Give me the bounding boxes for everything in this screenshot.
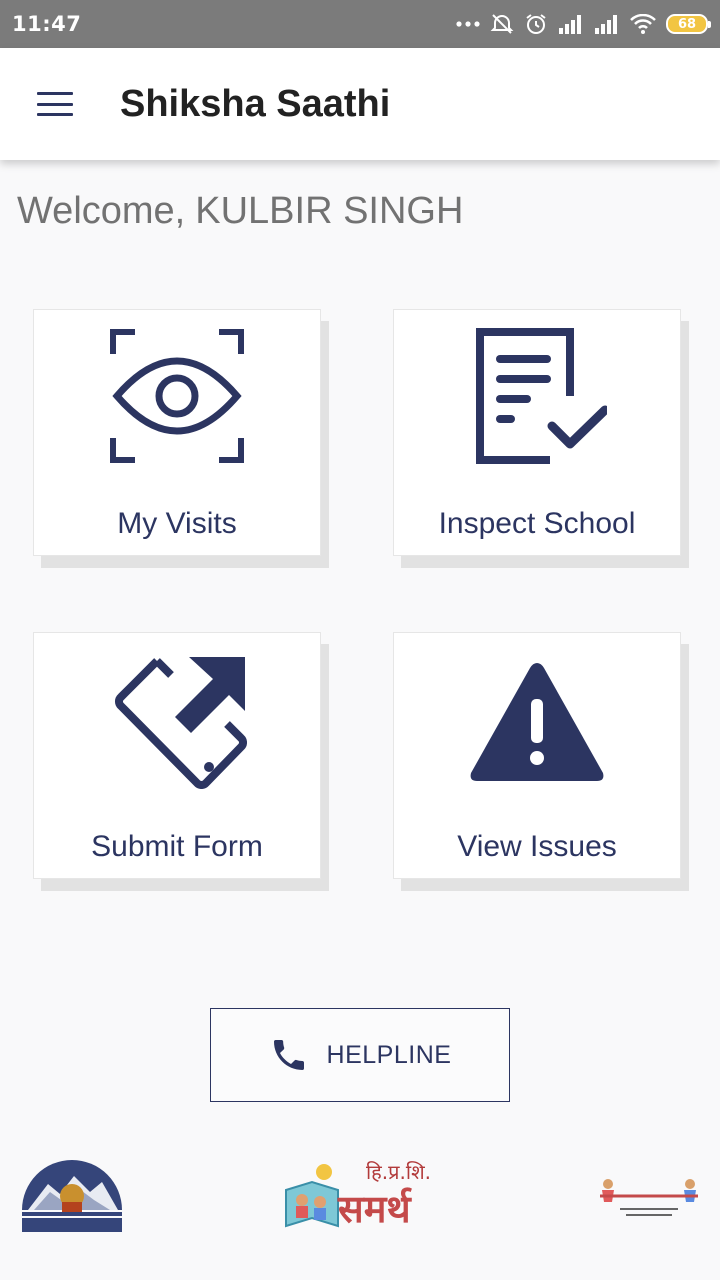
more-dots-icon [456, 21, 480, 27]
document-check-icon [467, 326, 607, 466]
submit-form-label: Submit Form [91, 830, 263, 863]
battery-level: 68 [677, 16, 697, 32]
eye-scan-icon [107, 326, 247, 466]
wifi-icon [630, 14, 656, 34]
view-issues-tile[interactable]: View Issues [393, 632, 681, 879]
battery-icon: 68 [666, 14, 711, 34]
phone-upload-icon [107, 649, 247, 789]
submit-form-tile[interactable]: Submit Form [33, 632, 321, 879]
status-icons: 68 [456, 12, 711, 36]
helpline-button[interactable]: HELPLINE [210, 1008, 510, 1102]
phone-icon [273, 1040, 304, 1070]
right-to-education-logo [598, 1174, 700, 1218]
welcome-text: Welcome, KULBIR SINGH [17, 190, 473, 233]
view-issues-label: View Issues [457, 830, 617, 863]
signal-icon [559, 15, 581, 34]
himachal-government-logo [20, 1156, 124, 1234]
helpline-label: HELPLINE [326, 1040, 452, 1069]
app-bar: Shiksha Saathi [0, 48, 720, 160]
menu-button[interactable] [0, 48, 112, 160]
inspect-school-label: Inspect School [438, 507, 636, 540]
inspect-school-tile[interactable]: Inspect School [393, 309, 681, 556]
alarm-icon [526, 14, 546, 34]
samarth-logo: हि.प्र.शि. समर्थ [282, 1158, 442, 1231]
menu-icon [37, 92, 73, 116]
welcome-prefix: Welcome, [17, 190, 186, 232]
my-visits-tile[interactable]: My Visits [33, 309, 321, 556]
warning-icon [467, 649, 607, 789]
samarth-title: समर्थ [338, 1186, 411, 1231]
status-bar: 11:47 68 [0, 0, 720, 48]
alarm-off-icon [490, 14, 514, 34]
samarth-abbrev: हि.प्र.शि. [366, 1160, 432, 1184]
user-name: KULBIR SINGH [195, 190, 464, 232]
signal-icon [595, 15, 617, 34]
my-visits-label: My Visits [117, 507, 237, 540]
app-title: Shiksha Saathi [120, 82, 391, 125]
status-time: 11:47 [12, 12, 82, 36]
